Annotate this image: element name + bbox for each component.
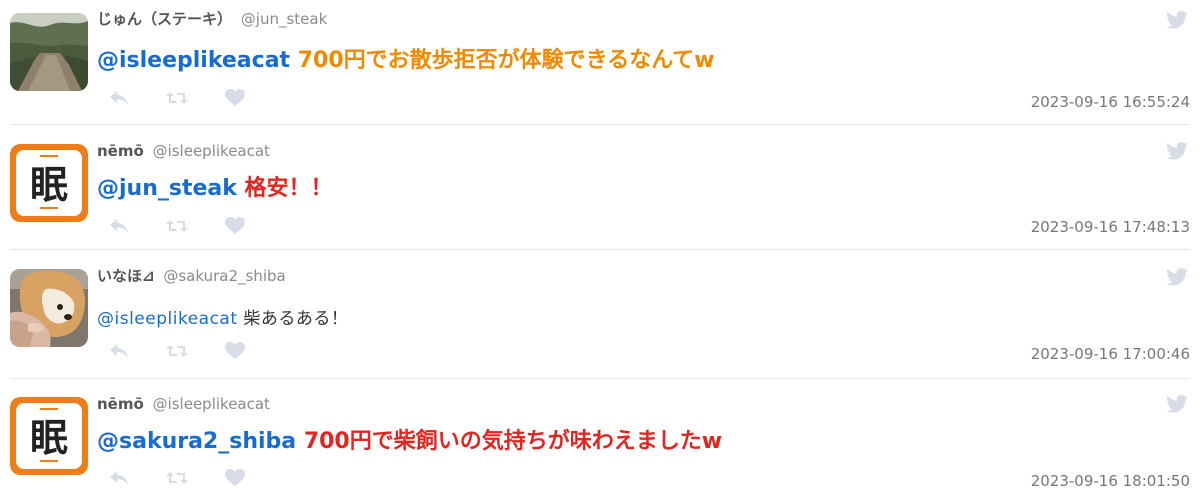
retweet-icon <box>166 220 188 232</box>
retweet-button[interactable] <box>166 342 188 360</box>
twitter-bird-icon[interactable] <box>1166 268 1188 286</box>
retweet-button[interactable] <box>166 89 188 107</box>
tweet-card: 眠 nēmō @isleeplikeacat @sakura2_shiba 70… <box>0 379 1200 500</box>
tweet-timestamp[interactable]: 2023-09-16 17:48:13 <box>1031 217 1190 237</box>
display-name[interactable]: nēmō <box>97 142 144 160</box>
display-name[interactable]: じゅん（ステーキ） <box>97 10 232 28</box>
like-button[interactable] <box>224 469 246 487</box>
tweet-message: 700円で柴飼いの気持ちが味わえましたw <box>303 429 723 454</box>
avatar[interactable] <box>10 269 88 347</box>
tweet-header: じゅん（ステーキ） @jun_steak <box>97 9 327 29</box>
tweet-card: 眠 nēmō @isleeplikeacat @jun_steak 格安！！ 2… <box>0 125 1200 249</box>
twitter-bird-icon[interactable] <box>1166 395 1188 413</box>
avatar-logo-text: 眠 <box>30 416 68 460</box>
tweet-timeline: じゅん（ステーキ） @jun_steak @isleeplikeacat 700… <box>0 0 1200 500</box>
tweet-header: nēmō @isleeplikeacat <box>97 394 270 414</box>
heart-icon <box>225 217 245 234</box>
tweet-timestamp[interactable]: 2023-09-16 18:01:50 <box>1031 471 1190 491</box>
tweet-text: @sakura2_shiba 700円で柴飼いの気持ちが味わえましたw <box>97 425 722 459</box>
retweet-button[interactable] <box>166 217 188 235</box>
tweet-actions <box>108 216 282 236</box>
reply-button[interactable] <box>108 469 130 487</box>
like-button[interactable] <box>224 217 246 235</box>
twitter-bird-icon[interactable] <box>1166 11 1188 29</box>
user-handle[interactable]: @isleeplikeacat <box>153 395 270 413</box>
reply-button[interactable] <box>108 217 130 235</box>
avatar[interactable] <box>10 13 88 91</box>
user-handle[interactable]: @jun_steak <box>241 10 327 28</box>
tweet-message: 700円でお散歩拒否が体験できるなんてw <box>297 48 715 73</box>
avatar-logo-text: 眠 <box>30 163 68 207</box>
tweet-actions <box>108 468 282 488</box>
tweet-header: いなほ⊿ @sakura2_shiba <box>97 266 286 286</box>
avatar[interactable]: 眠 <box>10 144 88 222</box>
reply-button[interactable] <box>108 89 130 107</box>
reply-icon <box>110 91 128 105</box>
display-name[interactable]: nēmō <box>97 395 144 413</box>
tweet-card: じゅん（ステーキ） @jun_steak @isleeplikeacat 700… <box>0 0 1200 124</box>
reply-icon <box>110 344 128 358</box>
tweet-message: 格安！！ <box>244 176 333 201</box>
retweet-icon <box>166 472 188 484</box>
reply-button[interactable] <box>108 342 130 360</box>
twitter-bird-icon[interactable] <box>1166 142 1188 160</box>
tweet-message: 柴あるある！ <box>243 309 349 329</box>
tweet-text: @isleeplikeacat 柴あるある！ <box>97 305 348 333</box>
avatar[interactable]: 眠 <box>10 397 88 475</box>
like-button[interactable] <box>224 89 246 107</box>
reply-icon <box>110 471 128 485</box>
tweet-text: @isleeplikeacat 700円でお散歩拒否が体験できるなんてw <box>97 44 714 78</box>
tweet-header: nēmō @isleeplikeacat <box>97 141 270 161</box>
tweet-card: いなほ⊿ @sakura2_shiba @isleeplikeacat 柴あるあ… <box>0 250 1200 378</box>
tweet-actions <box>108 341 282 361</box>
reply-icon <box>110 219 128 233</box>
user-handle[interactable]: @isleeplikeacat <box>153 142 270 160</box>
tweet-timestamp[interactable]: 2023-09-16 16:55:24 <box>1031 92 1190 112</box>
display-name[interactable]: いなほ⊿ <box>97 267 155 285</box>
tweet-text: @jun_steak 格安！！ <box>97 172 333 206</box>
retweet-button[interactable] <box>166 469 188 487</box>
mention-link[interactable]: @isleeplikeacat <box>97 309 238 329</box>
heart-icon <box>225 469 245 486</box>
retweet-icon <box>166 92 188 104</box>
mention-link[interactable]: @sakura2_shiba <box>97 429 296 454</box>
like-button[interactable] <box>224 342 246 360</box>
tweet-timestamp[interactable]: 2023-09-16 17:00:46 <box>1031 344 1190 364</box>
user-handle[interactable]: @sakura2_shiba <box>163 267 285 285</box>
heart-icon <box>225 89 245 106</box>
heart-icon <box>225 342 245 359</box>
tweet-actions <box>108 88 282 108</box>
mention-link[interactable]: @isleeplikeacat <box>97 48 290 73</box>
mention-link[interactable]: @jun_steak <box>97 176 237 201</box>
retweet-icon <box>166 345 188 357</box>
